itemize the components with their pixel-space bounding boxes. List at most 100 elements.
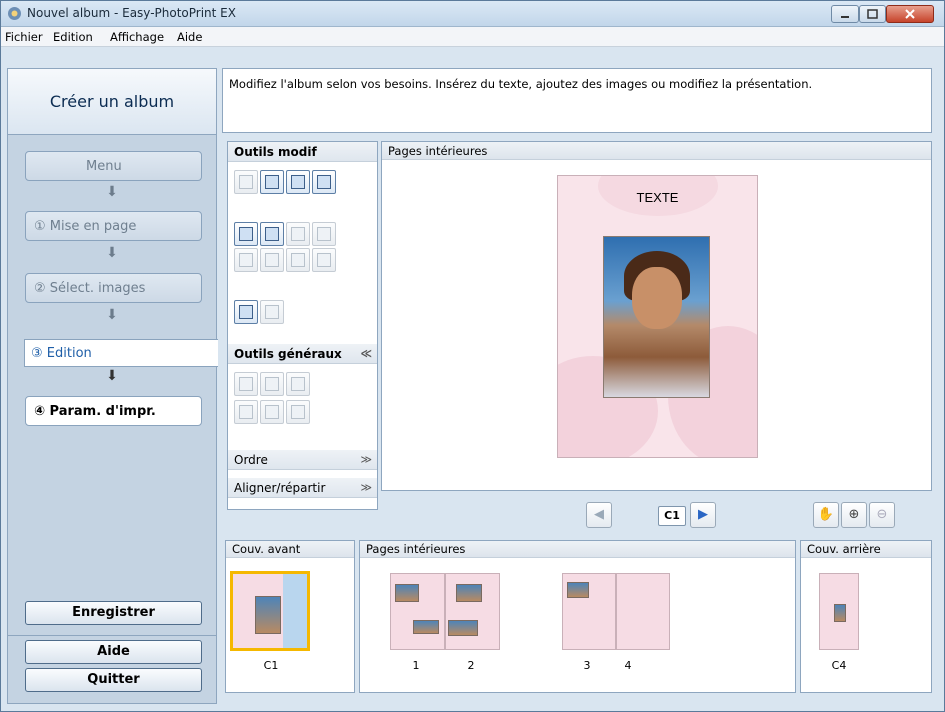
thumbnail-photo [395, 584, 419, 602]
step-layout[interactable]: ① Mise en page [25, 211, 202, 241]
menu-edition[interactable]: Edition [53, 30, 93, 44]
app-window: Nouvel album - Easy-PhotoPrint EX Fichie… [0, 0, 945, 712]
page-text[interactable]: TEXTE [558, 190, 757, 205]
arrow-down-icon: ⬇ [106, 368, 118, 384]
bring-front-icon[interactable] [234, 248, 258, 272]
previous-page-icon[interactable]: ◀ [586, 502, 612, 528]
front-cover-strip: Couv. avant C1 [225, 540, 355, 693]
align-section[interactable]: Aligner/répartir ≫ [228, 478, 377, 498]
current-page-box[interactable]: C1 [658, 506, 686, 526]
add-image-icon[interactable] [234, 222, 258, 246]
hand-tool-icon[interactable]: ✋ [813, 502, 839, 528]
window-title: Nouvel album - Easy-PhotoPrint EX [27, 6, 236, 20]
page-navigation: ◀ C1 ▶ [586, 502, 716, 530]
edit-tools-title: Outils modif [234, 145, 317, 159]
step-sidebar: Créer un album Menu ⬇ ① Mise en page ⬇ ②… [7, 68, 218, 704]
expand-icon: ≫ [360, 481, 372, 494]
back-cover-thumbnail[interactable] [819, 573, 859, 650]
thumbnail-label: C4 [831, 659, 847, 672]
background-icon[interactable] [312, 170, 336, 194]
undo-icon[interactable] [234, 372, 258, 396]
arrow-down-icon: ⬇ [106, 184, 118, 200]
thumbnail-photo [413, 620, 439, 634]
arrow-down-icon: ⬇ [106, 307, 118, 323]
frame-icon[interactable] [312, 222, 336, 246]
menu-aide[interactable]: Aide [177, 30, 202, 44]
page-icon[interactable] [260, 170, 284, 194]
order-label: Ordre [234, 453, 268, 467]
general-tools-header[interactable]: Outils généraux ≪ [228, 344, 377, 364]
image-settings-icon[interactable] [260, 222, 284, 246]
step-print-settings[interactable]: ④ Param. d'impr. [25, 396, 202, 426]
flip-icon[interactable] [286, 248, 310, 272]
thumbnail-photo [456, 584, 482, 602]
collapse-icon: ≪ [360, 347, 372, 360]
menu-affichage[interactable]: Affichage [110, 30, 164, 44]
step-menu[interactable]: Menu [25, 151, 202, 181]
thumbnail-label: 4 [624, 659, 632, 672]
guide-text: Modifiez l'album selon vos besoins. Insé… [229, 77, 813, 91]
page-thumbnail-2[interactable] [445, 573, 500, 650]
thumbnail-photo [448, 620, 478, 636]
front-cover-header: Couv. avant [226, 541, 354, 558]
send-back-icon[interactable] [260, 248, 284, 272]
maximize-button[interactable] [859, 5, 886, 23]
zoom-out-icon[interactable]: ⊖ [869, 502, 895, 528]
page-thumbnail-3[interactable] [562, 573, 616, 650]
order-section[interactable]: Ordre ≫ [228, 450, 377, 470]
sidebar-heading: Créer un album [49, 92, 175, 111]
delete-icon[interactable] [286, 372, 310, 396]
step-edit[interactable]: ③ Edition [24, 339, 218, 367]
save-button[interactable]: Enregistrer [25, 601, 202, 625]
align-label: Aligner/répartir [234, 481, 326, 495]
inner-pages-header: Pages intérieures [360, 541, 795, 558]
redo-icon[interactable] [260, 372, 284, 396]
tools-panel: Outils modif Outils généraux ≪ Ordre ≫ Ali… [227, 141, 378, 510]
edit-area-title: Pages intérieures [388, 144, 488, 158]
paste-icon[interactable] [286, 400, 310, 424]
step-label: Menu [86, 159, 122, 174]
step-select-images[interactable]: ② Sélect. images [25, 273, 202, 303]
thumbnail-label: 2 [467, 659, 475, 672]
copy-icon[interactable] [260, 400, 284, 424]
thumbnail-photo [567, 582, 589, 598]
quit-button[interactable]: Quitter [25, 668, 202, 692]
album-page[interactable]: TEXTE [557, 175, 758, 458]
divider [8, 635, 216, 636]
text-settings-icon[interactable] [260, 300, 284, 324]
edit-area-header: Pages intérieures [382, 142, 931, 160]
edit-tools-header: Outils modif [228, 142, 377, 162]
arrow-down-icon: ⬇ [106, 245, 118, 261]
page-thumbnail-1[interactable] [390, 573, 445, 650]
page-thumbnail-4[interactable] [616, 573, 670, 650]
rotate-icon[interactable] [234, 170, 258, 194]
edit-area: Pages intérieures TEXTE [381, 141, 932, 491]
filter-icon[interactable] [312, 248, 336, 272]
menu-bar: Fichier Edition Affichage Aide [1, 27, 944, 47]
app-icon [8, 7, 21, 20]
add-text-icon[interactable] [234, 300, 258, 324]
sidebar-header: Créer un album [8, 69, 216, 135]
crop-icon[interactable] [286, 222, 310, 246]
step-label: ② Sélect. images [34, 281, 146, 296]
page-photo[interactable] [603, 236, 710, 398]
cut-icon[interactable] [234, 400, 258, 424]
help-button[interactable]: Aide [25, 640, 202, 664]
zoom-in-icon[interactable]: ⊕ [841, 502, 867, 528]
close-button[interactable] [886, 5, 934, 23]
layout-icon[interactable] [286, 170, 310, 194]
guide-panel: Modifiez l'album selon vos besoins. Insé… [222, 68, 932, 133]
next-page-icon[interactable]: ▶ [690, 502, 716, 528]
menu-fichier[interactable]: Fichier [5, 30, 43, 44]
back-cover-strip: Couv. arrière C4 [800, 540, 932, 693]
minimize-button[interactable] [831, 5, 859, 23]
step-label: ③ Edition [31, 346, 92, 361]
expand-icon: ≫ [360, 453, 372, 466]
title-bar[interactable]: Nouvel album - Easy-PhotoPrint EX [1, 1, 944, 27]
cover-spine [283, 574, 307, 648]
back-cover-header: Couv. arrière [801, 541, 931, 558]
general-tools-title: Outils généraux [234, 347, 342, 361]
front-cover-thumbnail[interactable] [230, 571, 310, 651]
thumbnail-label: C1 [263, 659, 279, 672]
photo-detail [632, 267, 682, 329]
